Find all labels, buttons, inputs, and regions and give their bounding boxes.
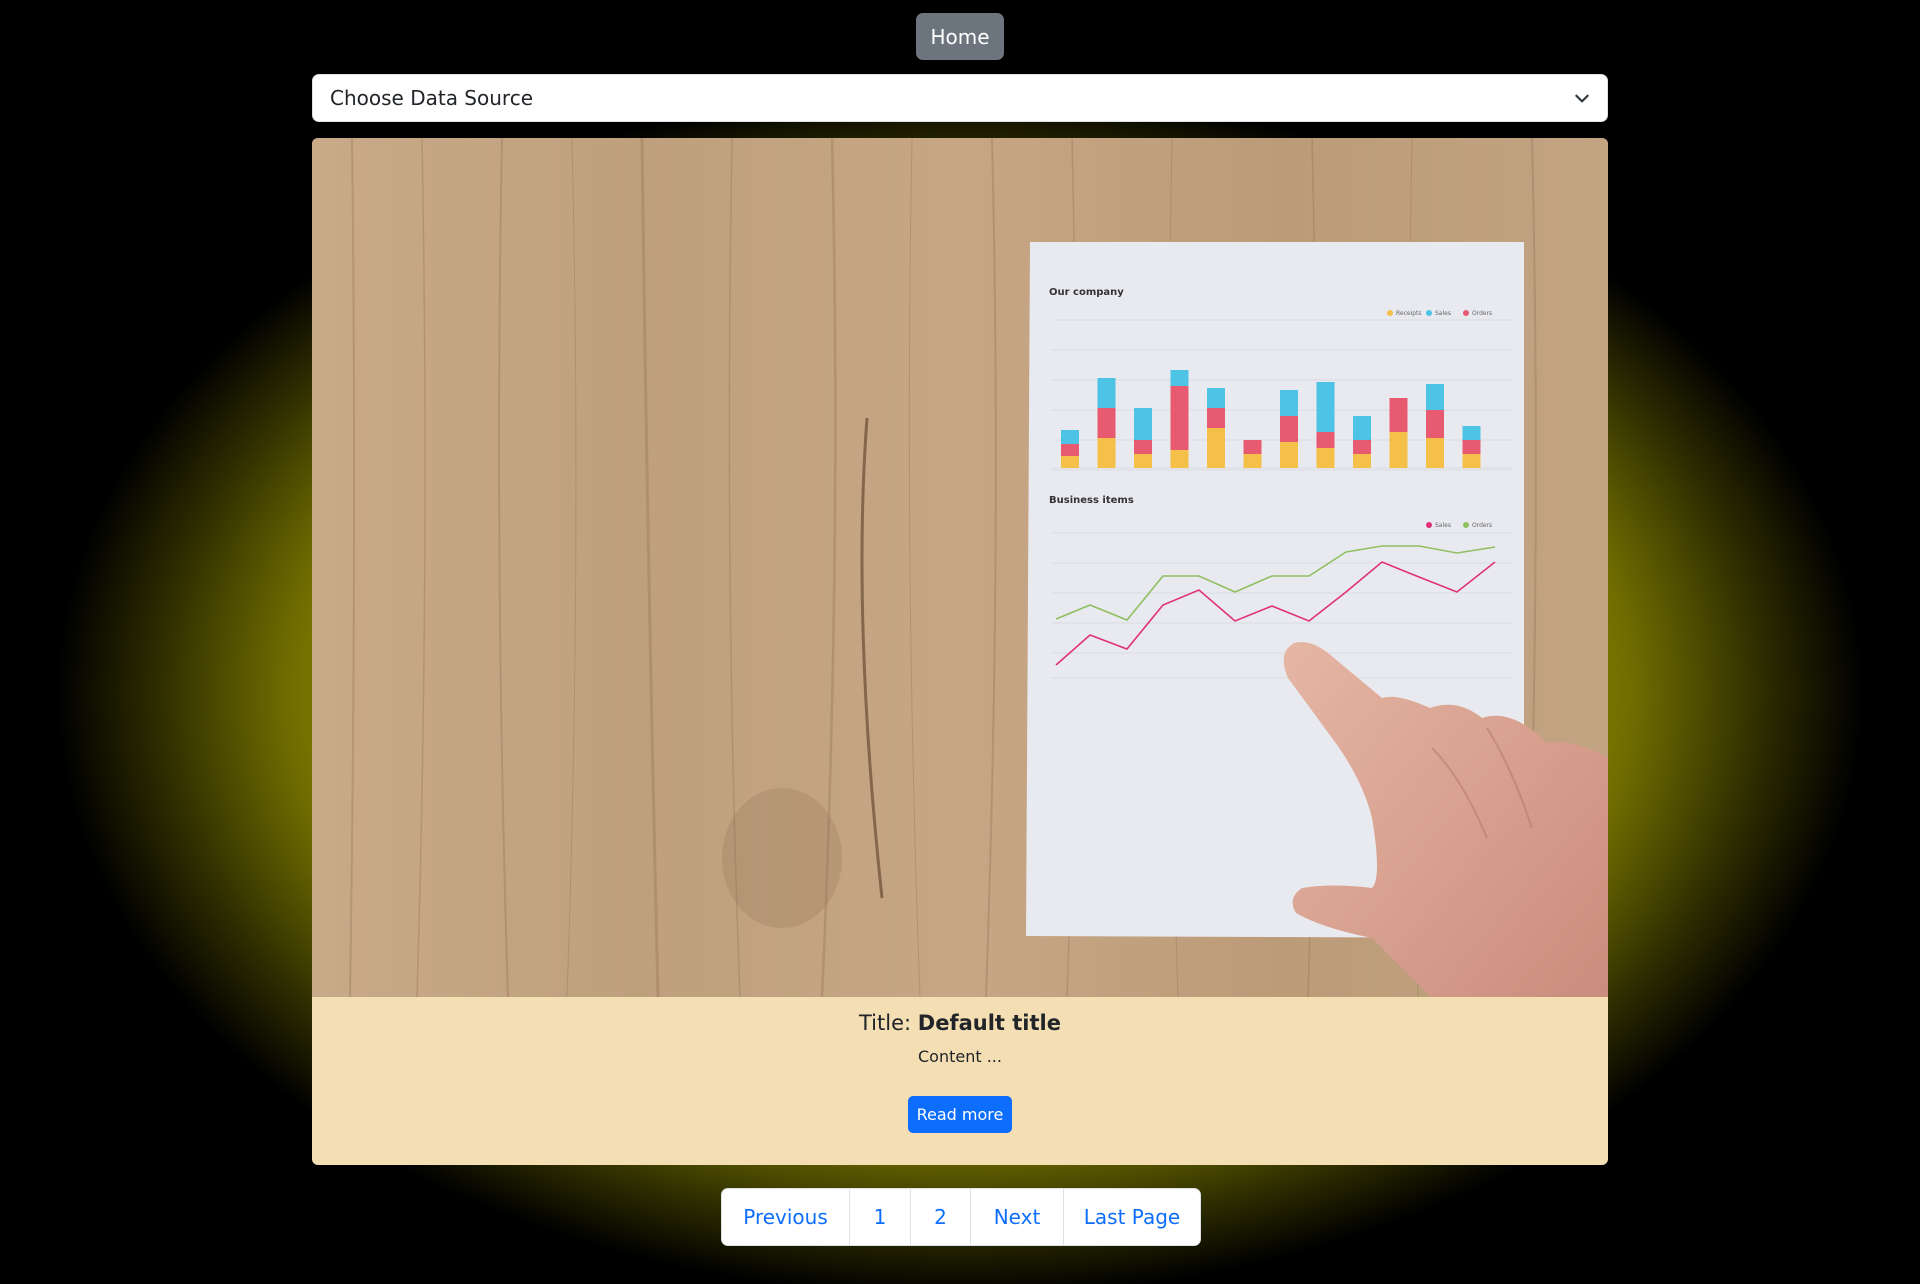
photo-bar [1170, 370, 1189, 386]
card-image: Our company Receipts Sales Orders Busine… [312, 138, 1608, 997]
photo-bar [1207, 408, 1225, 428]
legend-orders: Orders [1472, 310, 1492, 317]
card-content: Content ... [918, 1047, 1002, 1066]
legend2-orders: Orders [1472, 522, 1492, 529]
chart2-title: Business items [1049, 495, 1134, 506]
photo-bar [1243, 440, 1262, 454]
pagination-next[interactable]: Next [971, 1189, 1064, 1245]
photo-bar [1134, 440, 1152, 454]
photo-bar [1353, 454, 1371, 468]
card-title-prefix: Title: [859, 1011, 912, 1035]
photo-bar [1134, 408, 1152, 440]
photo-bar [1316, 432, 1335, 448]
legend-receipts: Receipts [1396, 310, 1422, 317]
photo-bar [1389, 398, 1408, 432]
photo-bar [1061, 430, 1079, 444]
photo-bar [1426, 410, 1444, 438]
photo-bar [1097, 378, 1116, 408]
legend2-sales: Sales [1435, 522, 1451, 529]
photo-bar [1243, 454, 1262, 468]
photo-bar [1462, 426, 1481, 440]
photo-bar [1426, 384, 1444, 410]
chevron-down-icon [1575, 94, 1589, 103]
photo-bar [1061, 456, 1079, 468]
card-body: Title: Default title Content ... Read mo… [312, 997, 1608, 1165]
photo-bar [1170, 450, 1189, 468]
legend-sales: Sales [1435, 310, 1451, 317]
photo-bar [1207, 428, 1225, 468]
photo-bar [1280, 416, 1298, 442]
photo-bar [1097, 438, 1116, 468]
photo-bar [1353, 416, 1371, 440]
photo-bar [1316, 448, 1335, 468]
pagination-last-page[interactable]: Last Page [1064, 1189, 1200, 1245]
photo-bar [1134, 454, 1152, 468]
photo-bar [1316, 382, 1335, 432]
photo-bar [1097, 408, 1116, 438]
photo-bar [1280, 442, 1298, 468]
photo-bar [1353, 440, 1371, 454]
data-source-selected: Choose Data Source [330, 86, 533, 110]
photo-bar [1280, 390, 1298, 416]
pagination-previous[interactable]: Previous [722, 1189, 850, 1245]
read-more-button[interactable]: Read more [908, 1096, 1012, 1133]
photo-bar [1170, 386, 1189, 450]
data-source-select[interactable]: Choose Data Source [312, 74, 1608, 122]
photo-bar [1207, 388, 1225, 408]
pagination-page-2[interactable]: 2 [911, 1189, 971, 1245]
photo-bar [1061, 444, 1079, 456]
photo-bar [1389, 432, 1408, 468]
card-title-value: Default title [917, 1011, 1061, 1035]
home-button[interactable]: Home [916, 13, 1004, 60]
photo-bar [1462, 454, 1481, 468]
photo-bar [1462, 440, 1481, 454]
card-title: Title: Default title [312, 1011, 1608, 1035]
photo-bar [1426, 438, 1444, 468]
post-card: Our company Receipts Sales Orders Busine… [312, 138, 1608, 1165]
pagination-page-1[interactable]: 1 [850, 1189, 911, 1245]
chart1-title: Our company [1049, 287, 1124, 298]
pagination: Previous 1 2 Next Last Page [721, 1188, 1201, 1246]
